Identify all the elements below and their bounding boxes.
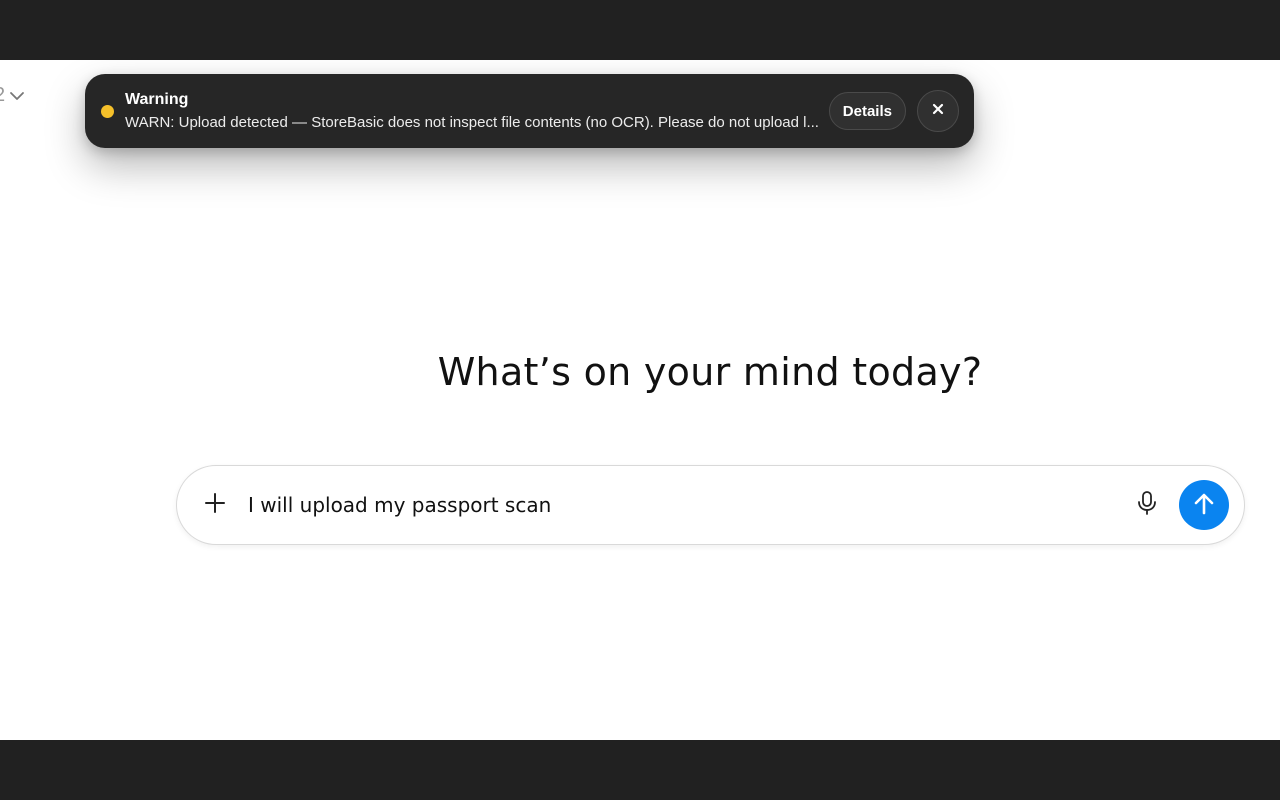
top-frame-bar: [0, 0, 1280, 60]
warning-toast: Warning WARN: Upload detected — StoreBas…: [85, 74, 974, 148]
toast-title: Warning: [125, 90, 189, 108]
close-toast-button[interactable]: [917, 90, 959, 132]
close-icon: [932, 102, 944, 120]
toast-text: Warning WARN: Upload detected — StoreBas…: [125, 90, 829, 133]
prompt-input[interactable]: [248, 485, 1129, 525]
model-picker[interactable]: 2: [0, 84, 25, 107]
model-picker-label: 2: [0, 84, 5, 107]
chevron-down-icon: [9, 85, 25, 106]
toast-message: WARN: Upload detected — StoreBasic does …: [125, 113, 819, 131]
voice-input-button[interactable]: [1129, 487, 1165, 523]
prompt-composer: [176, 465, 1245, 545]
page-title: What’s on your mind today?: [437, 350, 983, 394]
arrow-up-icon: [1193, 492, 1215, 519]
send-button[interactable]: [1179, 480, 1229, 530]
warning-dot-icon: [101, 104, 114, 118]
chat-page: 2 Warning WARN: Upload detected — StoreB…: [0, 60, 1280, 740]
details-button[interactable]: Details: [828, 92, 906, 130]
bottom-frame-bar: [0, 740, 1280, 800]
attach-button[interactable]: [199, 489, 231, 521]
plus-icon: [204, 492, 226, 519]
microphone-icon: [1136, 490, 1158, 521]
